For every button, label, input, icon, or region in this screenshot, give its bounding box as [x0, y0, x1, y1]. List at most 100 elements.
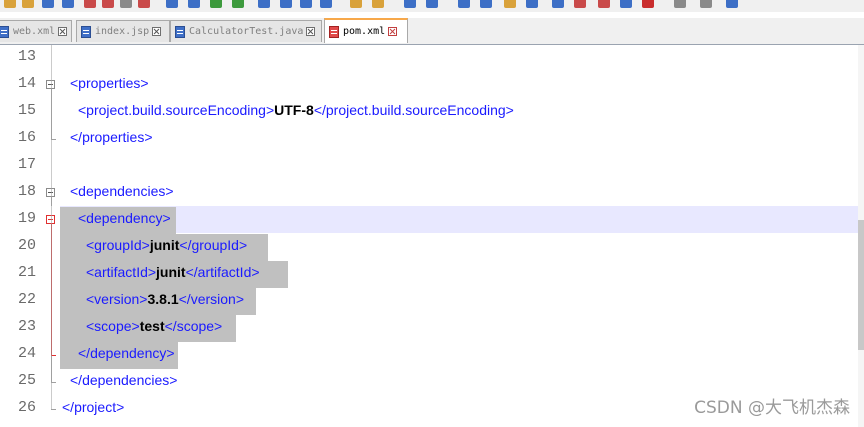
xml-text: test: [139, 318, 165, 334]
line-number: 20: [17, 237, 36, 254]
toolbar-button-icon[interactable]: [258, 0, 270, 8]
fold-guide-root: [51, 45, 52, 409]
tab-label: CalculatorTest.java: [189, 26, 304, 37]
line-number: 24: [17, 345, 36, 362]
toolbar-button-icon[interactable]: [504, 0, 516, 8]
toolbar-button-icon[interactable]: [42, 0, 54, 8]
toolbar-button-icon[interactable]: [320, 0, 332, 8]
tab-calculatortest-java[interactable]: CalculatorTest.java: [170, 20, 322, 42]
toolbar-button-icon[interactable]: [280, 0, 292, 8]
close-tab-icon[interactable]: [58, 27, 68, 36]
line-number: 19: [17, 210, 36, 227]
xml-tag: <dependency>: [78, 210, 171, 226]
xml-tag: <artifactId>: [86, 264, 157, 280]
toolbar-button-icon[interactable]: [426, 0, 438, 8]
toolbar-button-icon[interactable]: [210, 0, 222, 8]
line-number: 13: [17, 48, 36, 65]
toolbar-button-icon[interactable]: [22, 0, 34, 8]
toolbar: [0, 0, 864, 12]
toolbar-button-icon[interactable]: [372, 0, 384, 8]
fold-end-tick: [51, 409, 56, 410]
xml-text: UTF-8: [274, 102, 314, 118]
line-number: 26: [17, 399, 36, 416]
xml-tag: <version>: [86, 291, 148, 307]
line-number: 15: [17, 102, 36, 119]
toolbar-button-icon[interactable]: [62, 0, 74, 8]
toolbar-button-icon[interactable]: [700, 0, 712, 8]
code-line: <dependencies>: [70, 178, 174, 205]
toolbar-button-icon[interactable]: [574, 0, 586, 8]
tab-web-xml[interactable]: web.xml: [0, 20, 72, 42]
code-line: </properties>: [70, 124, 153, 151]
xml-tag: <groupId>: [86, 237, 150, 253]
toolbar-button-icon[interactable]: [480, 0, 492, 8]
toolbar-button-icon[interactable]: [102, 0, 114, 8]
code-line: <dependency>: [78, 205, 171, 232]
toolbar-button-icon[interactable]: [166, 0, 178, 8]
toolbar-button-icon[interactable]: [84, 0, 96, 8]
line-number: 17: [17, 156, 36, 173]
close-tab-icon[interactable]: [306, 27, 316, 36]
toolbar-button-icon[interactable]: [674, 0, 686, 8]
close-tab-icon[interactable]: [152, 27, 162, 36]
toolbar-button-icon[interactable]: [620, 0, 632, 8]
xml-tag: <scope>: [86, 318, 140, 334]
toolbar-button-icon[interactable]: [188, 0, 200, 8]
xml-text: junit: [149, 237, 180, 253]
tab-index-jsp[interactable]: index.jsp: [76, 20, 170, 42]
code-line: <artifactId>junit</artifactId>: [86, 259, 260, 286]
toolbar-button-icon[interactable]: [552, 0, 564, 8]
xml-tag: </project>: [62, 399, 125, 415]
toolbar-button-icon[interactable]: [642, 0, 654, 8]
code-line: <version>3.8.1</version>: [86, 286, 244, 313]
toolbar-button-icon[interactable]: [458, 0, 470, 8]
xml-tag: </scope>: [164, 318, 223, 334]
toolbar-button-icon[interactable]: [526, 0, 538, 8]
toolbar-button-icon[interactable]: [598, 0, 610, 8]
code-editor[interactable]: 13 14 15 16 17 18 19 20 21 22 23 24 25 26 <properties…: [0, 45, 864, 427]
tab-label: index.jsp: [95, 26, 150, 37]
tab-pom-xml[interactable]: pom.xml: [324, 18, 408, 43]
toolbar-button-icon[interactable]: [4, 0, 16, 8]
vertical-scrollbar[interactable]: [858, 45, 864, 427]
line-number: 21: [17, 264, 36, 281]
tab-label: pom.xml: [343, 26, 386, 37]
line-number: 25: [17, 372, 36, 389]
watermark: CSDN @大飞机杰森: [694, 398, 850, 418]
file-icon: [329, 25, 339, 38]
code-line: </project>: [62, 394, 124, 421]
toolbar-button-icon[interactable]: [232, 0, 244, 8]
current-line-highlight: [60, 206, 858, 233]
close-tab-icon[interactable]: [388, 27, 398, 36]
code-line: <groupId>junit</groupId>: [86, 232, 247, 259]
tab-bar: web.xml index.jsp CalculatorTest.java po…: [0, 18, 864, 45]
code-line: </dependencies>: [70, 367, 177, 394]
scrollbar-thumb[interactable]: [858, 220, 864, 350]
code-line: </dependency>: [78, 340, 175, 367]
xml-text: junit: [156, 264, 186, 280]
line-number-gutter: 13 14 15 16 17 18 19 20 21 22 23 24 25 26: [0, 45, 43, 427]
xml-tag: </artifactId>: [185, 264, 260, 280]
toolbar-button-icon[interactable]: [138, 0, 150, 8]
tab-label: web.xml: [13, 26, 56, 37]
line-number: 16: [17, 129, 36, 146]
xml-tag: <project.build.sourceEncoding>: [78, 102, 275, 118]
line-number: 22: [17, 291, 36, 308]
line-number: 18: [17, 183, 36, 200]
xml-tag: <dependencies>: [70, 183, 174, 199]
toolbar-button-icon[interactable]: [300, 0, 312, 8]
xml-tag: <properties>: [70, 75, 149, 91]
file-icon: [81, 25, 91, 38]
xml-text: 3.8.1: [147, 291, 179, 307]
code-line: <project.build.sourceEncoding>UTF-8</pro…: [78, 97, 514, 124]
toolbar-button-icon[interactable]: [726, 0, 738, 8]
code-line: <scope>test</scope>: [86, 313, 222, 340]
code-line: <properties>: [70, 70, 149, 97]
toolbar-button-icon[interactable]: [120, 0, 132, 8]
fold-margin: [44, 45, 58, 427]
xml-tag: </groupId>: [179, 237, 248, 253]
toolbar-button-icon[interactable]: [404, 0, 416, 8]
toolbar-button-icon[interactable]: [350, 0, 362, 8]
xml-tag: </project.build.sourceEncoding>: [313, 102, 514, 118]
xml-tag: </properties>: [70, 129, 153, 145]
